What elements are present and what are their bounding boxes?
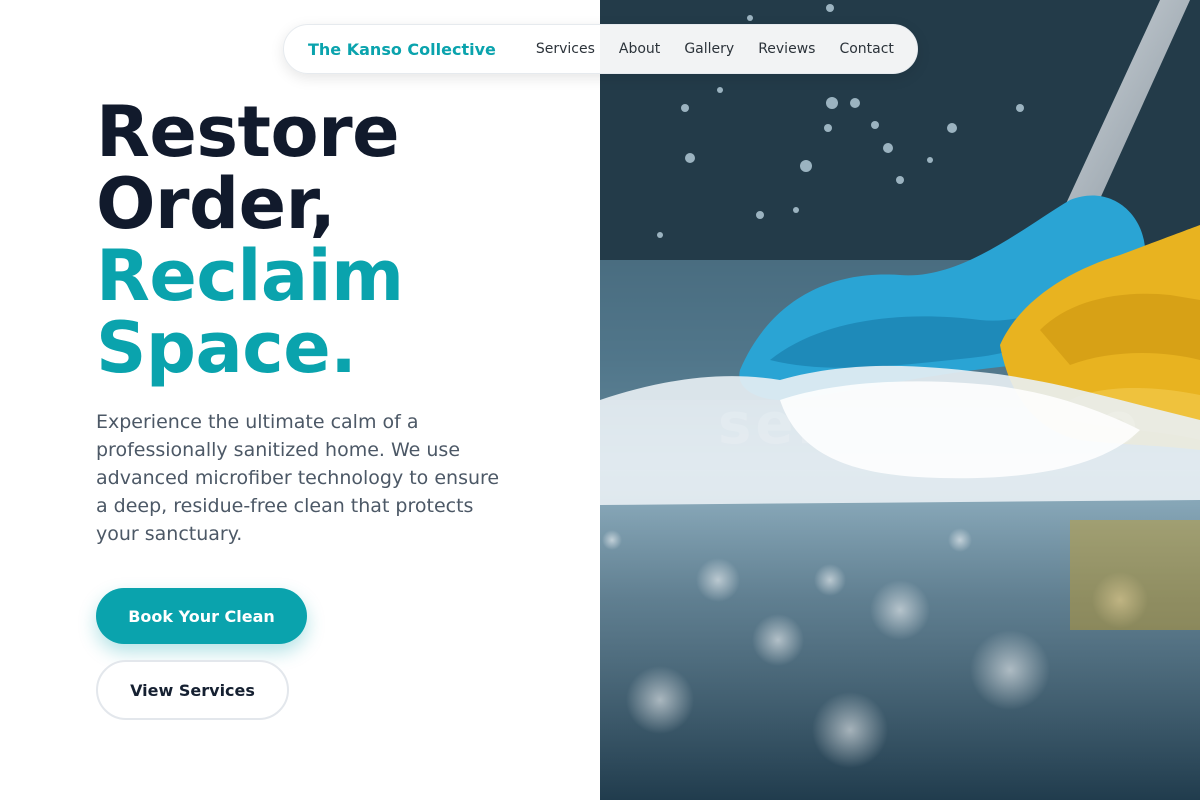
nav-link-contact[interactable]: Contact <box>839 41 893 57</box>
headline-line-order: Order, <box>96 163 336 245</box>
book-your-clean-button[interactable]: Book Your Clean <box>96 588 307 644</box>
hero-description: Experience the ultimate calm of a profes… <box>96 411 500 545</box>
headline-line-restore: Restore <box>96 91 400 173</box>
hero-image: seisoutokyo <box>600 0 1200 800</box>
headline-line-reclaim: Reclaim <box>96 235 404 317</box>
nav-link-services[interactable]: Services <box>536 41 595 57</box>
view-services-button[interactable]: View Services <box>96 660 289 720</box>
nav-link-reviews[interactable]: Reviews <box>758 41 815 57</box>
headline-line-space: Space. <box>96 307 357 389</box>
image-watermark: seisoutokyo <box>718 392 1142 457</box>
nav-link-about[interactable]: About <box>619 41 660 57</box>
brand-logo[interactable]: The Kanso Collective <box>308 40 496 59</box>
nav-link-gallery[interactable]: Gallery <box>684 41 734 57</box>
hero-headline: Restore Order, Reclaim Space. <box>96 96 404 384</box>
top-navbar: The Kanso Collective Services About Gall… <box>283 24 918 74</box>
nav-links: Services About Gallery Reviews Contact <box>536 41 894 57</box>
